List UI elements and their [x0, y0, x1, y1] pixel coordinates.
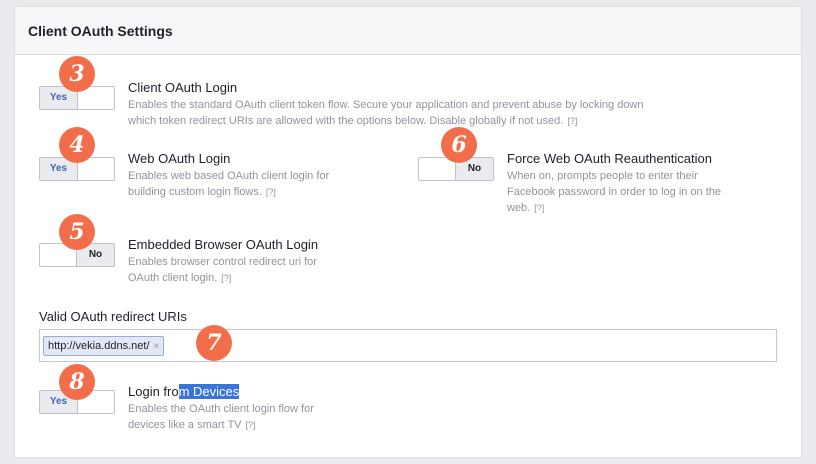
annotation-badge-5: 5	[59, 214, 95, 250]
client-oauth-login-title: Client OAuth Login	[128, 80, 238, 95]
description-line: Enables the OAuth client login flow for	[128, 403, 314, 415]
redirect-uri-token[interactable]: http://vekia.ddns.net/ ×	[43, 336, 165, 356]
description-line: Facebook password in order to log in on …	[507, 186, 722, 198]
client-oauth-login-description: Enables the standard OAuth client token …	[128, 97, 728, 129]
description-line: Enables the standard OAuth client token …	[128, 99, 644, 111]
redirect-uris-label: Valid OAuth redirect URIs	[39, 309, 187, 324]
annotation-badge-7: 7	[196, 325, 232, 361]
web-oauth-login-title: Web OAuth Login	[128, 151, 231, 166]
annotation-badge-3: 3	[59, 56, 95, 92]
description-line: When on, prompts people to enter their	[507, 170, 698, 182]
help-link[interactable]: [?]	[246, 420, 256, 430]
help-link[interactable]: [?]	[266, 187, 276, 197]
redirect-uri-token-text: http://vekia.ddns.net/	[48, 340, 150, 352]
description-line: devices like a smart TV	[128, 419, 242, 431]
description-line: Enables browser control redirect uri for	[128, 256, 317, 268]
help-link[interactable]: [?]	[567, 116, 577, 126]
description-line: web.	[507, 202, 531, 214]
description-line: OAuth client login.	[128, 272, 218, 284]
panel-title: Client OAuth Settings	[28, 23, 173, 39]
annotation-badge-6: 6	[441, 127, 477, 163]
web-oauth-login-description: Enables web based OAuth client login for…	[128, 168, 368, 200]
login-from-devices-description: Enables the OAuth client login flow for …	[128, 401, 368, 433]
annotation-badge-4: 4	[59, 127, 95, 163]
title-text: Login fro	[128, 384, 179, 399]
description-line: Enables web based OAuth client login for	[128, 170, 330, 182]
help-link[interactable]: [?]	[221, 273, 231, 283]
description-line: building custom login flows.	[128, 186, 262, 198]
remove-token-icon[interactable]: ×	[154, 341, 160, 352]
login-from-devices-title: Login from Devices	[128, 384, 240, 399]
selected-text: m Devices	[178, 384, 240, 399]
panel-header: Client OAuth Settings	[15, 7, 801, 55]
description-line: which token redirect URIs are allowed wi…	[128, 115, 564, 127]
force-web-oauth-reauth-title: Force Web OAuth Reauthentication	[507, 151, 712, 166]
embedded-browser-oauth-login-description: Enables browser control redirect uri for…	[128, 254, 368, 286]
annotation-badge-8: 8	[59, 364, 95, 400]
help-link[interactable]: [?]	[534, 203, 544, 213]
force-web-oauth-reauth-description: When on, prompts people to enter their F…	[507, 168, 757, 216]
embedded-browser-oauth-login-title: Embedded Browser OAuth Login	[128, 237, 319, 252]
